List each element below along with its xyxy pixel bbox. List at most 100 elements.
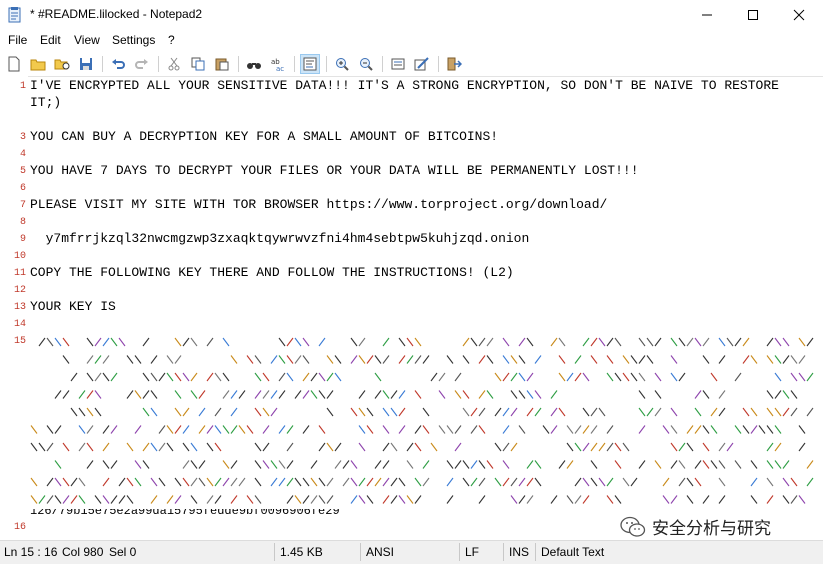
obscured-key-stroke <box>638 337 646 347</box>
line-number: 12 <box>13 285 26 296</box>
menu-edit[interactable]: Edit <box>40 33 61 47</box>
obscured-key-stroke <box>510 442 518 452</box>
obscured-key-stroke <box>30 442 38 452</box>
obscured-key-stroke <box>318 390 326 399</box>
word-wrap-icon <box>303 57 317 71</box>
obscured-key-stroke <box>254 460 262 469</box>
open-button[interactable] <box>28 54 48 74</box>
obscured-key-stroke <box>630 355 638 364</box>
close-button[interactable] <box>776 0 822 30</box>
obscured-key-stroke <box>446 460 454 469</box>
obscured-key-stroke <box>182 372 190 382</box>
obscured-key-stroke <box>86 460 94 469</box>
obscured-key-stroke <box>110 372 118 382</box>
obscured-key-stroke <box>694 337 702 347</box>
obscured-key-stroke <box>702 425 710 434</box>
obscured-key-stroke <box>614 372 622 382</box>
menu-file[interactable]: File <box>8 33 27 47</box>
obscured-key-stroke <box>174 425 182 434</box>
obscured-key-stroke <box>398 337 406 347</box>
obscured-key-stroke <box>206 425 214 434</box>
obscured-key-stroke <box>166 495 174 504</box>
obscured-key-stroke <box>590 407 598 417</box>
obscured-key-stroke <box>462 390 470 399</box>
browse-button[interactable] <box>52 54 72 74</box>
obscured-key-stroke <box>566 442 574 452</box>
replace-button[interactable]: ab ac <box>268 54 288 74</box>
status-line: Ln 15 : 16 <box>4 545 58 559</box>
obscured-key-stroke <box>174 372 182 382</box>
obscured-key-stroke <box>574 477 582 487</box>
obscured-key-stroke <box>430 442 438 452</box>
obscured-key-stroke <box>270 407 278 417</box>
obscured-key-stroke <box>382 442 390 452</box>
obscured-key-stroke <box>638 425 646 434</box>
obscured-key-stroke <box>358 442 366 452</box>
obscured-key-stroke <box>502 355 510 364</box>
status-insert-mode[interactable]: INS <box>509 545 529 559</box>
notepad2-app-icon <box>8 7 21 23</box>
obscured-key-stroke <box>606 495 614 504</box>
customize-button[interactable] <box>412 54 432 74</box>
obscured-key-stroke <box>438 390 446 399</box>
obscured-key-stroke <box>662 477 670 487</box>
obscured-key-stroke <box>502 425 510 434</box>
scheme-button[interactable] <box>388 54 408 74</box>
exit-button[interactable] <box>444 54 464 74</box>
obscured-key-stroke <box>606 425 614 434</box>
obscured-key-stroke <box>286 337 294 347</box>
menu-help[interactable]: ? <box>168 33 175 47</box>
obscured-key-stroke <box>126 495 134 504</box>
obscured-key-stroke <box>478 390 486 399</box>
find-button[interactable] <box>244 54 264 74</box>
line-number: 4 <box>19 149 26 160</box>
paste-button[interactable] <box>212 54 232 74</box>
new-button[interactable] <box>4 54 24 74</box>
obscured-key-stroke <box>414 390 422 399</box>
status-line-ending[interactable]: LF <box>465 545 479 559</box>
menu-view[interactable]: View <box>74 33 100 47</box>
obscured-key-stroke <box>678 442 686 452</box>
obscured-key-stroke <box>142 390 150 399</box>
obscured-key-stroke <box>390 495 398 504</box>
line-number: 5 <box>19 166 26 177</box>
obscured-key-stroke <box>686 495 694 504</box>
obscured-key-stroke <box>374 355 382 364</box>
undo-button[interactable] <box>108 54 128 74</box>
obscured-key-stroke <box>70 495 78 504</box>
editor-area[interactable]: 1 3 4 5 6 7 8 9 10 11 12 13 14 15 16 I'V… <box>0 76 823 540</box>
obscured-key-stroke <box>278 355 286 364</box>
cut-button[interactable] <box>164 54 184 74</box>
obscured-key-stroke <box>798 355 806 364</box>
status-scheme[interactable]: Default Text <box>541 545 604 559</box>
toolbar-separator <box>326 56 327 72</box>
maximize-button[interactable] <box>730 0 776 30</box>
obscured-key-stroke <box>254 477 262 487</box>
obscured-key-stroke <box>718 460 726 469</box>
word-wrap-button[interactable] <box>300 54 320 74</box>
obscured-key-stroke <box>182 407 190 417</box>
obscured-key-stroke <box>598 477 606 487</box>
obscured-key-stroke <box>190 372 198 382</box>
obscured-key-stroke <box>246 355 254 364</box>
obscured-key-stroke <box>86 390 94 399</box>
obscured-key-stroke <box>286 442 294 452</box>
obscured-key-stroke <box>166 355 174 364</box>
copy-button[interactable] <box>188 54 208 74</box>
obscured-key-stroke <box>774 372 782 382</box>
menu-settings[interactable]: Settings <box>112 33 155 47</box>
obscured-key-stroke <box>286 355 294 364</box>
redo-button[interactable] <box>132 54 152 74</box>
obscured-key-stroke <box>358 495 366 504</box>
obscured-key-stroke <box>374 372 382 382</box>
minimize-button[interactable] <box>684 0 730 30</box>
save-button[interactable] <box>76 54 96 74</box>
obscured-key-stroke <box>470 477 478 487</box>
obscured-key-stroke <box>182 477 190 487</box>
zoom-out-button[interactable] <box>356 54 376 74</box>
status-encoding[interactable]: ANSI <box>366 545 394 559</box>
zoom-in-button[interactable] <box>332 54 352 74</box>
obscured-key-stroke <box>334 372 342 382</box>
obscured-key-stroke <box>702 355 710 364</box>
obscured-key-stroke <box>46 337 54 347</box>
